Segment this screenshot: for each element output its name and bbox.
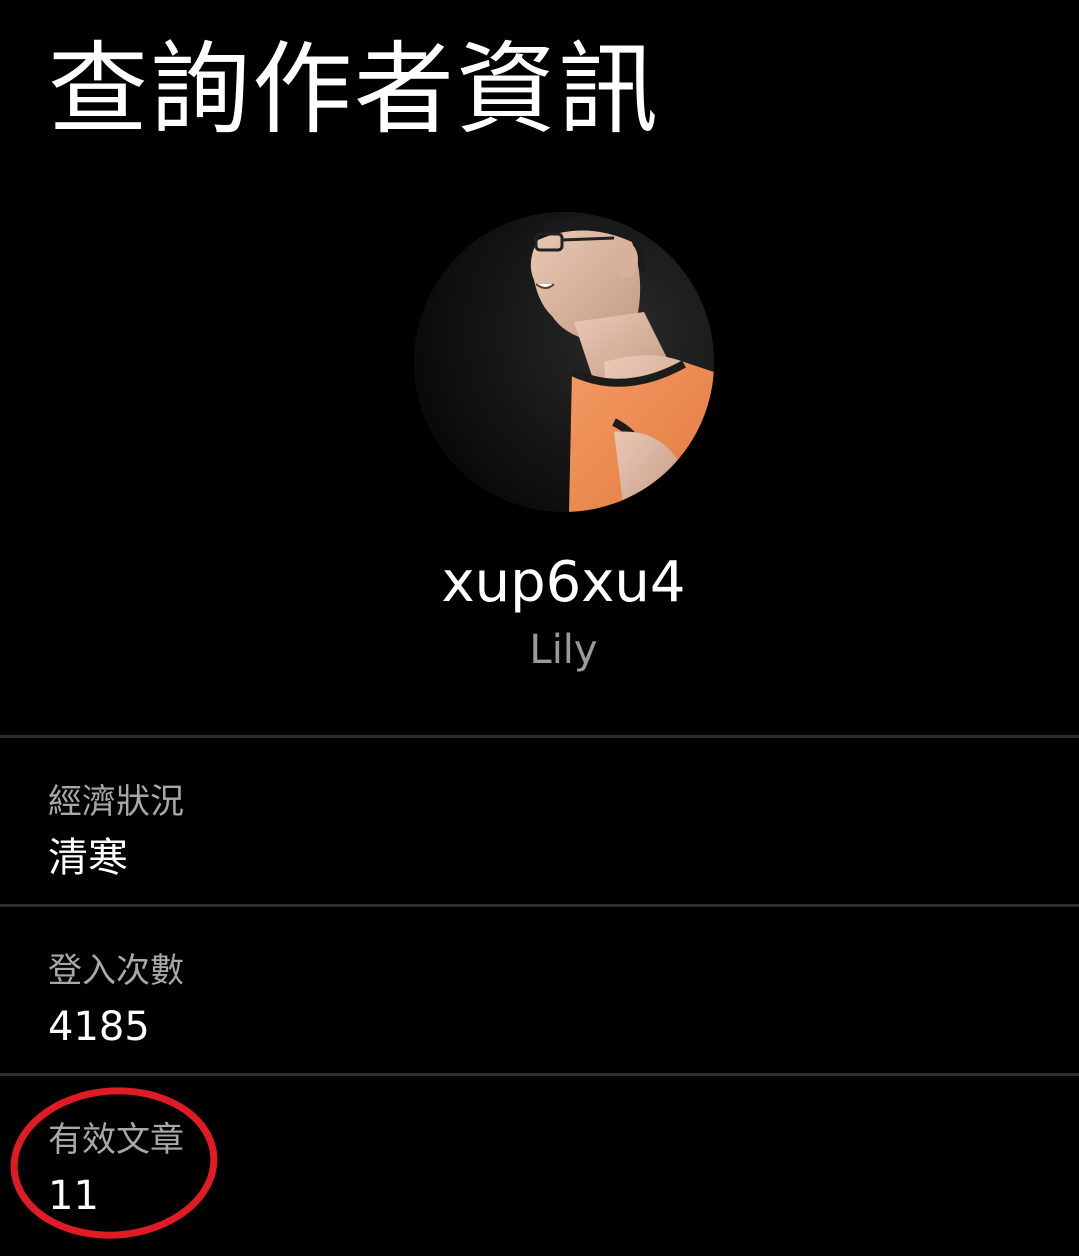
page-title: 查詢作者資訊 (48, 31, 660, 148)
profile-photo-icon (414, 212, 714, 512)
info-value: 11 (48, 1173, 99, 1219)
info-label: 登入次數 (48, 951, 184, 991)
username: xup6xu4 (441, 550, 686, 615)
info-row-login-count: 登入次數 4185 (0, 907, 1079, 1073)
info-value: 清寒 (48, 835, 128, 881)
info-value: 4185 (48, 1004, 150, 1050)
avatar[interactable] (414, 212, 714, 512)
info-row-valid-posts: 有效文章 11 (0, 1076, 1079, 1242)
info-label: 有效文章 (48, 1120, 184, 1160)
nickname: Lily (529, 627, 598, 673)
author-info-list: 經濟狀況 清寒 登入次數 4185 有效文章 11 (0, 735, 1079, 1242)
info-label: 經濟狀況 (48, 782, 184, 822)
info-row-economic-status: 經濟狀況 清寒 (0, 738, 1079, 904)
